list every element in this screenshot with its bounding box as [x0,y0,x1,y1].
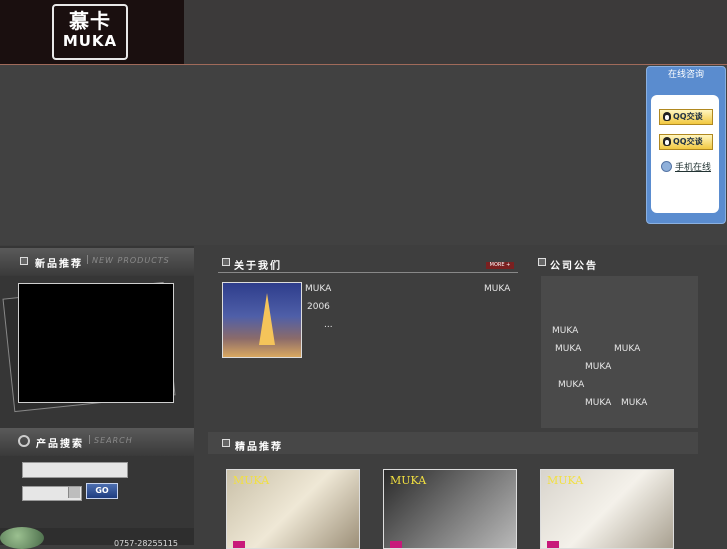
notice-line: MUKA [558,380,585,390]
notice-line: MUKA [585,362,612,372]
more-button[interactable]: MORE + [486,262,514,269]
online-consult-widget: 在线咨询 QQ交谈 QQ交谈 [646,66,726,224]
new-products-subtitle: NEW PRODUCTS [92,256,170,265]
magnifier-icon [18,435,30,447]
go-button[interactable]: GO [86,483,118,499]
notice-line: MUKA [555,344,582,354]
qq-chat-button[interactable]: QQ交谈 [659,134,713,150]
mobile-online-icon [661,161,672,172]
square-bullet-icon [222,258,230,266]
logo[interactable]: 慕卡 MUKA [52,4,128,60]
notice-line: MUKA [585,398,612,408]
product-label: MUKA [233,474,270,487]
logo-cn-text: 慕卡 [69,9,111,33]
search-header: 产品搜索 | SEARCH [0,428,194,456]
product-label: MUKA [390,474,427,487]
logo-en-text: MUKA [62,32,118,50]
about-header: 关于我们 [218,254,518,273]
widget-title: 在线咨询 [667,70,704,80]
globe-icon [0,527,44,549]
qq-penguin-icon [663,112,671,121]
search-input[interactable] [22,462,128,478]
product-label: MUKA [547,474,584,487]
widget-body: QQ交谈 QQ交谈 [651,95,719,213]
about-image[interactable] [222,282,302,358]
notice-line: MUKA [614,344,641,354]
eiffel-tower-icon [259,293,275,345]
search-title: 产品搜索 [36,439,84,450]
square-bullet-icon [20,257,28,265]
header-separator: | [86,255,90,265]
banner [0,65,727,245]
notice-line: MUKA [552,326,579,336]
notice-line: MUKA [621,398,648,408]
phone-number: 0757-28255115 [114,539,178,548]
search-subtitle: SEARCH [94,436,133,445]
about-text-3: 2006 [307,302,330,312]
new-products-title: 新品推荐 [35,259,83,270]
square-bullet-icon [222,439,230,447]
product-card[interactable]: MUKA [540,469,674,549]
header-separator: | [88,435,92,445]
about-text-1: MUKA [305,284,332,294]
dropdown-arrow-icon[interactable] [68,487,80,498]
featured-title: 精品推荐 [235,442,283,453]
new-product-image[interactable] [18,283,174,403]
product-card[interactable]: MUKA [383,469,517,549]
square-bullet-icon [538,258,546,266]
mobile-online-link[interactable]: 手机在线 [675,160,711,173]
notice-title: 公司公告 [550,261,598,272]
qq-chat-label: QQ交谈 [673,137,703,146]
about-text-4: ... [324,320,333,330]
featured-header: 精品推荐 [208,432,698,454]
about-title: 关于我们 [234,261,282,272]
new-products-header: 新品推荐 | NEW PRODUCTS [0,248,194,276]
notice-header: 公司公告 [534,254,704,272]
product-card[interactable]: MUKA [226,469,360,549]
qq-chat-button[interactable]: QQ交谈 [659,109,713,125]
qq-chat-label: QQ交谈 [673,112,703,121]
qq-penguin-icon [663,137,671,146]
about-text-2: MUKA [484,284,511,294]
